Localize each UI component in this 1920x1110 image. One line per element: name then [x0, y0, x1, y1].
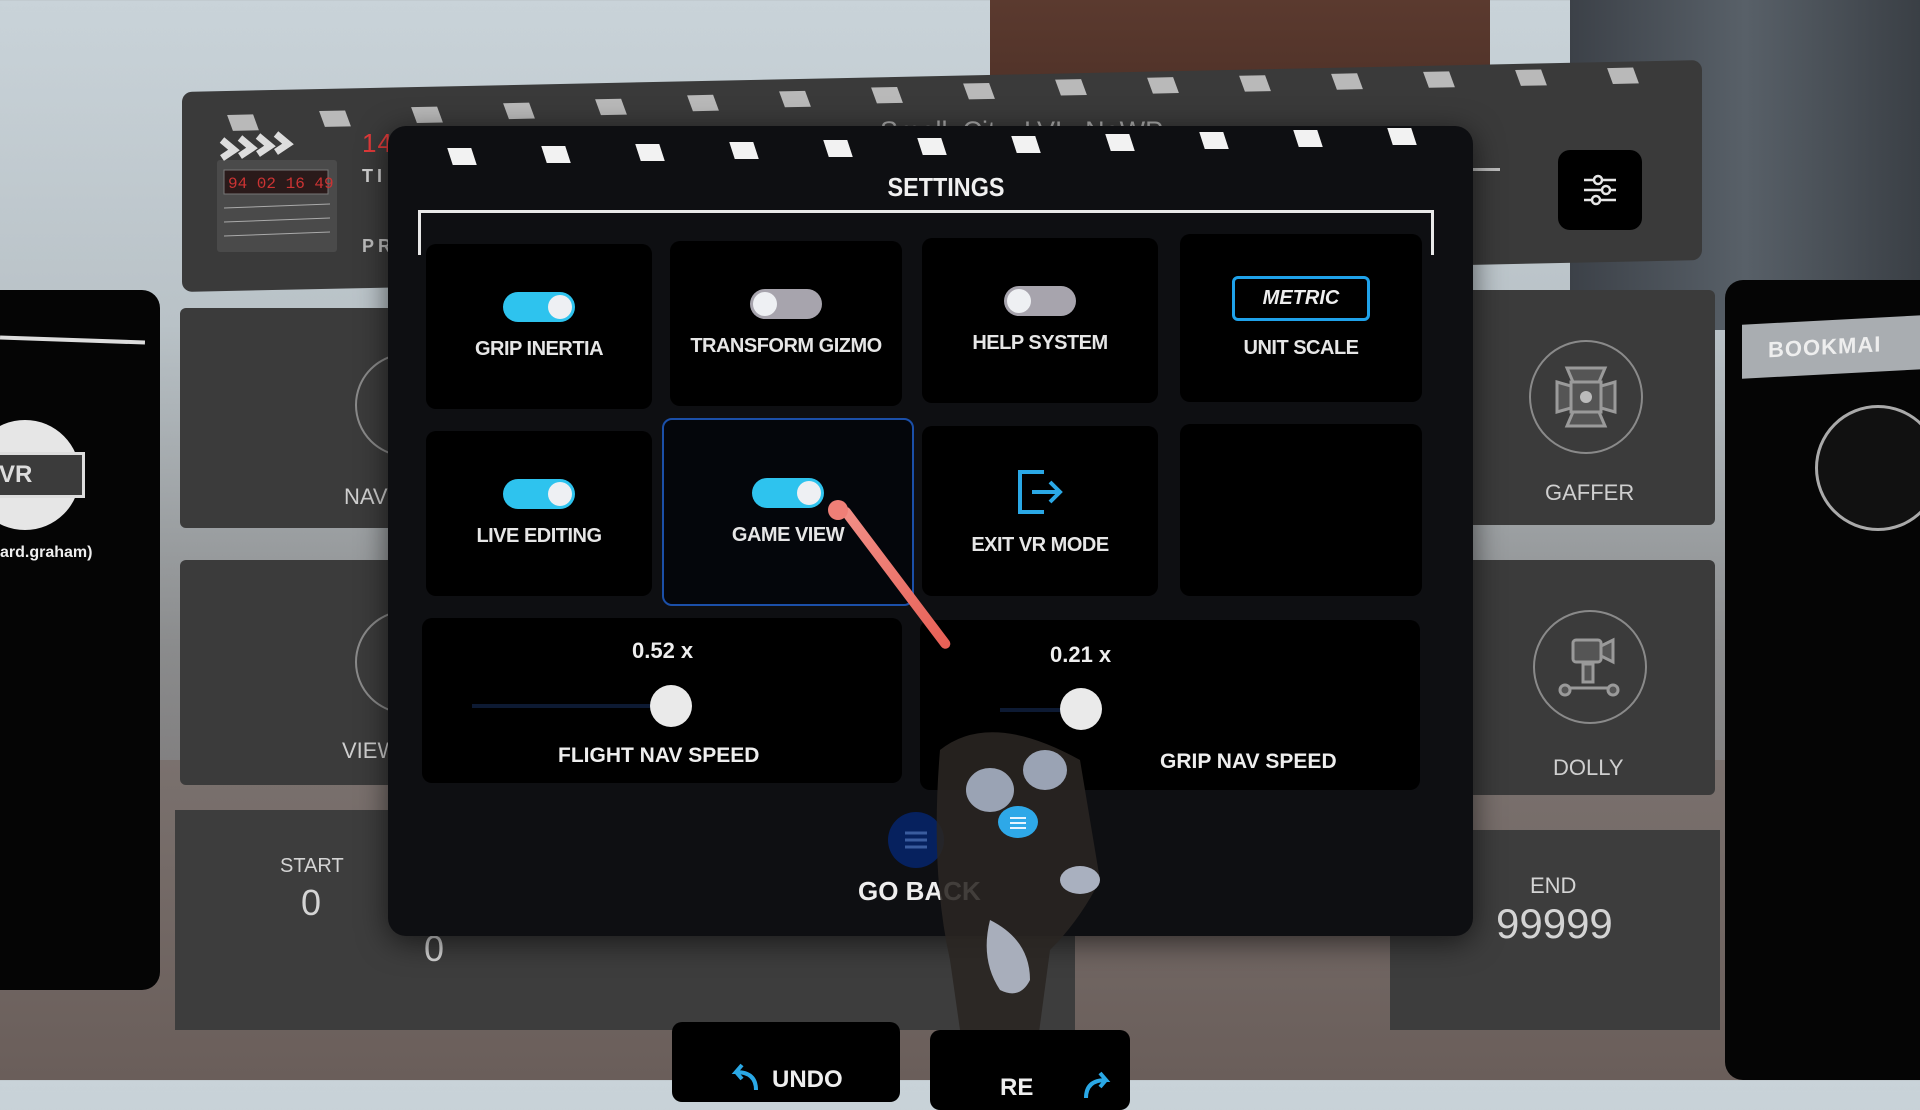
clapper-stripe — [687, 94, 719, 112]
navigation-label: NAVI — [344, 484, 394, 509]
clapper-stripe — [1607, 67, 1639, 84]
clapper-stripe — [1239, 75, 1271, 92]
modal-stripe — [635, 144, 665, 161]
flight-nav-speed-label: FLIGHT NAV SPEED — [558, 744, 760, 767]
menu-icon — [905, 831, 927, 849]
clapper-stripe — [1331, 73, 1363, 90]
modal-stripe — [729, 142, 759, 159]
modal-stripe — [1105, 134, 1135, 151]
clapper-stripe — [1423, 71, 1455, 88]
toggle-knob — [753, 292, 777, 316]
modal-stripe — [1387, 128, 1417, 145]
metric-button[interactable]: METRIC — [1231, 276, 1371, 321]
grip-inertia-tile[interactable]: GRIP INERTIA — [426, 244, 652, 409]
toggle-knob — [797, 480, 821, 505]
clapper-stripe — [595, 98, 627, 116]
grip-nav-speed-value: 0.21 x — [1050, 642, 1112, 667]
clapper-stripe — [1147, 77, 1179, 94]
empty-tile — [1180, 424, 1422, 596]
undo-label: UNDO — [772, 1066, 843, 1093]
undo-arrow-icon — [731, 1063, 758, 1091]
game-view-label: GAME VIEW — [731, 523, 845, 546]
undo-button[interactable]: UNDO — [672, 1022, 900, 1102]
gaffer-tool-button[interactable]: GAFFER — [1465, 290, 1715, 525]
modal-stripe — [1199, 132, 1229, 149]
clapper-stripe — [319, 110, 351, 127]
sliders-icon — [1584, 174, 1616, 206]
modal-stripe — [541, 146, 571, 163]
live-editing-toggle[interactable] — [503, 479, 575, 509]
end-label: END — [1530, 873, 1577, 898]
game-view-toggle[interactable] — [752, 477, 824, 508]
view-tool-button[interactable]: VIEW — [180, 560, 459, 785]
transform-gizmo-label: TRANSFORM GIZMO — [690, 335, 882, 357]
exit-vr-mode-label: EXIT VR MODE — [971, 533, 1109, 556]
flight-nav-speed-knob[interactable] — [650, 685, 692, 727]
redo-arrow-icon — [1084, 1071, 1111, 1099]
live-editing-tile[interactable]: LIVE EDITING — [426, 431, 652, 596]
exit-vr-mode-tile[interactable]: EXIT VR MODE — [922, 426, 1158, 596]
grip-inertia-toggle[interactable] — [503, 292, 575, 322]
gaffer-label: GAFFER — [1545, 480, 1635, 505]
help-system-label: HELP SYSTEM — [972, 332, 1108, 354]
dolly-tool-button[interactable]: DOLLY — [1465, 560, 1715, 795]
camera-dolly-icon — [1558, 637, 1620, 697]
clapper-display: 94 02 16 49 — [228, 175, 334, 193]
clapper-stripe — [1055, 79, 1087, 96]
gaffer-circle — [1529, 340, 1643, 454]
start-value[interactable]: 0 — [301, 882, 321, 924]
end-value[interactable]: 99999 — [1496, 900, 1613, 948]
clapper-stripe — [779, 90, 811, 108]
settings-title: SETTINGS — [887, 172, 1005, 202]
bookmarks-header: BOOKMAI — [1742, 315, 1920, 379]
toggle-knob — [1007, 289, 1031, 313]
laser-pointer-tip — [828, 500, 848, 520]
help-system-tile[interactable]: HELP SYSTEM — [922, 238, 1158, 403]
redo-button[interactable]: RE — [930, 1030, 1130, 1110]
flight-nav-speed-slider[interactable]: 0.52 x FLIGHT NAV SPEED — [422, 618, 902, 783]
clapper-stripe — [963, 83, 995, 100]
flight-nav-speed-value: 0.52 x — [632, 638, 694, 663]
help-system-toggle[interactable] — [1004, 286, 1076, 316]
timecode-label: TI — [362, 166, 386, 186]
exit-icon — [1018, 469, 1063, 514]
grip-nav-speed-label: GRIP NAV SPEED — [1160, 750, 1337, 773]
bookmarks-panel — [1725, 280, 1920, 1080]
clapper-stripe — [411, 106, 443, 123]
clapper-stripe — [503, 102, 535, 120]
transform-gizmo-toggle[interactable] — [750, 289, 822, 319]
redo-label: RE — [1000, 1074, 1034, 1101]
settings-sliders-button[interactable] — [1558, 150, 1642, 230]
transform-gizmo-tile[interactable]: TRANSFORM GIZMO — [670, 241, 902, 406]
modal-stripe — [823, 140, 853, 157]
clapper-stripe — [227, 114, 259, 131]
navigation-tool-button[interactable]: NAVI — [180, 308, 459, 528]
unit-scale-label: UNIT SCALE — [1243, 337, 1360, 359]
toggle-knob — [548, 295, 572, 319]
vr-ribbon: VR — [0, 452, 85, 498]
modal-stripe — [1293, 130, 1323, 147]
modal-stripe — [447, 148, 477, 165]
spotlight-icon — [1555, 366, 1617, 428]
unit-scale-tile[interactable]: METRIC UNIT SCALE — [1180, 234, 1422, 402]
dolly-label: DOLLY — [1553, 755, 1624, 780]
start-label: START — [280, 855, 344, 877]
user-panel — [0, 290, 160, 990]
clapper-stripe — [1515, 69, 1547, 86]
game-view-tile[interactable]: GAME VIEW — [662, 418, 914, 606]
live-editing-label: LIVE EDITING — [476, 525, 602, 547]
modal-stripe — [1011, 136, 1041, 153]
clapperboard-icon: 94 02 16 49 — [217, 131, 337, 252]
slider-track[interactable] — [472, 704, 672, 708]
grip-inertia-label: GRIP INERTIA — [474, 338, 604, 360]
modal-stripe — [917, 138, 947, 155]
clapper-stripe — [871, 86, 903, 104]
toggle-knob — [548, 482, 572, 506]
dolly-circle — [1533, 610, 1647, 724]
user-name: ard.graham) — [0, 544, 93, 561]
